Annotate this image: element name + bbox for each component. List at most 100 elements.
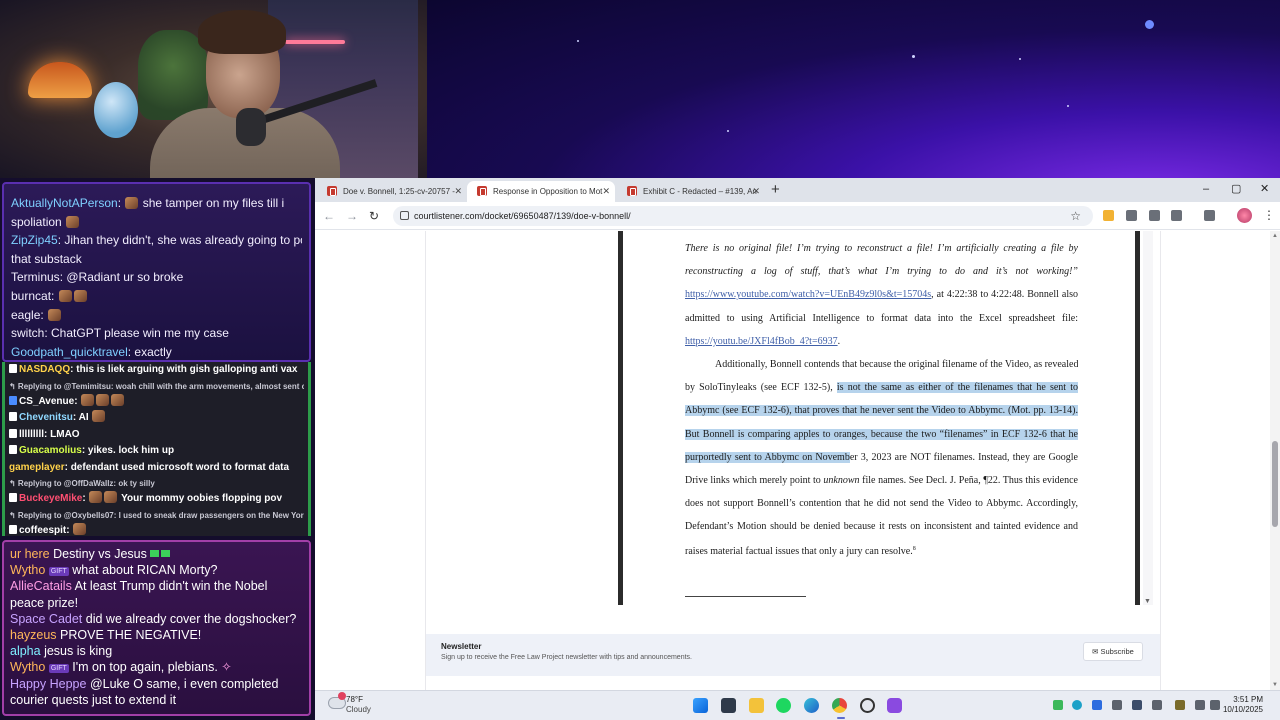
right-margin [1160,231,1270,690]
tab-exhibit-c[interactable]: Exhibit C - Redacted – #139, An ✕ [617,181,765,202]
left-margin [315,231,426,690]
reload-button[interactable]: ↻ [369,207,379,225]
chat-message: ur here Destiny vs Jesus [10,546,303,562]
scrollbar-thumb[interactable] [1272,441,1278,527]
chat-reply: ↰ Replying to @Temimitsu: woah chill wit… [9,381,304,391]
task-view-icon[interactable] [721,698,736,713]
tab-title: Doe v. Bonnell, 1:25-cv-20757 - [343,187,455,196]
chat-panel-top: AktuallyNotAPerson: she tamper on my fil… [2,182,311,362]
url-text[interactable]: courtlistener.com/docket/69650487/139/do… [414,206,631,226]
forward-button[interactable]: → [346,207,358,225]
close-icon[interactable]: ✕ [602,181,610,202]
chrome-icon[interactable] [832,698,847,713]
page-scrollbar[interactable]: ▲ ▼ [1270,231,1280,690]
webcam-figurine [94,82,138,138]
file-explorer-icon[interactable] [749,698,764,713]
chat-message: Wytho GIFT I'm on top again, plebians. ✧ [10,660,232,675]
text-selection: is not the same as either of the filenam… [836,382,1078,394]
tray-app-icon[interactable] [1152,700,1162,710]
scroll-down-icon[interactable]: ▼ [1272,682,1278,688]
start-icon[interactable] [693,698,708,713]
footnote-divider [685,596,806,597]
close-icon[interactable]: ✕ [752,181,760,202]
weather-temp[interactable]: 78°F [346,695,363,704]
weather-condition[interactable]: Cloudy [346,705,371,714]
puzzle-icon[interactable] [1171,210,1182,221]
side-panel-icon[interactable] [1204,210,1215,221]
spotify-icon[interactable] [776,698,791,713]
tab-title: Exhibit C - Redacted – #139, An [643,187,757,196]
tray-app-icon[interactable] [1053,700,1063,710]
minimize-button[interactable]: – [1203,181,1209,197]
obs-icon[interactable] [887,698,902,713]
tray-app-icon[interactable] [1072,700,1082,710]
tab-title: Response in Opposition to Mot [493,187,603,196]
folder-icon[interactable] [1103,210,1114,221]
active-app-indicator [837,717,845,719]
pdf-scrollbar[interactable]: ▼ [1143,231,1153,605]
pdf-viewer[interactable]: There is no original file! I’m trying to… [426,231,1160,634]
chat-message: Space Cadet did we already cover the dog… [10,611,297,626]
site-info-icon[interactable] [400,211,409,220]
pdf-line: purportedly sent to Abbymc on November 3… [685,451,1078,463]
edge-icon[interactable] [804,698,819,713]
pdf-text-block[interactable]: There is no original file! I’m trying to… [685,237,1078,562]
pdf-line: reconstructing a log of stuff, that’s wh… [685,266,1078,278]
chat-reply: ↰ Replying to @OffDaWallz: ok ty silly [9,479,155,488]
back-button[interactable]: ← [323,207,335,225]
extension-icon[interactable] [1149,210,1160,221]
text-selection: purportedly sent to Abbymc on Novemb [685,451,850,463]
clock-time[interactable]: 3:51 PM [1223,695,1263,704]
close-icon[interactable]: ✕ [454,181,462,202]
chat-message: eagle: [11,306,302,325]
chat-message: NASDAQQ: this is liek arguing with gish … [9,362,304,379]
webcam-feed [0,0,427,178]
chat-reply: ↰ Replying to @Oxybells07: I used to sne… [9,510,304,520]
address-bar[interactable]: courtlistener.com/docket/69650487/139/do… [393,206,1093,226]
pdf-icon [477,186,487,196]
trash-icon[interactable] [1126,210,1137,221]
pdf-line: https://youtu.be/JXFl4fBob_4?t=6937. [685,335,841,347]
new-tab-button[interactable]: + [771,181,780,199]
browser-toolbar: ← → ↻ courtlistener.com/docket/69650487/… [315,202,1280,230]
menu-icon[interactable]: ⋮ [1263,206,1275,224]
profile-avatar[interactable] [1237,208,1252,223]
pdf-line: does not support Bonnell’s contention th… [685,498,1078,510]
taskbar: 78°F Cloudy 3:51 PM 10/10/2025 [315,690,1280,720]
weather-icon[interactable] [328,692,346,709]
pdf-page: There is no original file! I’m trying to… [618,231,1140,605]
newsletter-banner: Newsletter Sign up to receive the Free L… [426,634,1160,676]
stream-chat: AktuallyNotAPerson: she tamper on my fil… [0,178,315,720]
subscribe-button[interactable]: Subscribe [1083,642,1143,661]
bookmark-star-icon[interactable]: ☆ [1070,207,1081,225]
scroll-up-icon[interactable]: ▲ [1272,233,1278,239]
tray-app-icon[interactable] [1092,700,1102,710]
tray-app-icon[interactable] [1112,700,1122,710]
tray-app-icon[interactable] [1175,700,1185,710]
tray-app-icon[interactable] [1132,700,1142,710]
maximize-button[interactable]: ▢ [1231,181,1241,197]
tab-doe-v-bonnell[interactable]: Doe v. Bonnell, 1:25-cv-20757 - ✕ [317,181,467,202]
pdf-line: Additionally, Bonnell contends that beca… [715,358,1078,370]
clock-date[interactable]: 10/10/2025 [1215,705,1263,714]
space-background [427,0,1280,178]
browser-window: Doe v. Bonnell, 1:25-cv-20757 - ✕ Respon… [315,178,1280,690]
network-icon[interactable] [1195,700,1205,710]
steam-icon[interactable] [860,698,875,713]
chat-message: alpha jesus is king [10,644,113,659]
webcam-neon-light [285,40,345,44]
pdf-line: But Bonnell is comparing apples to orang… [685,423,1078,446]
tab-bar: Doe v. Bonnell, 1:25-cv-20757 - ✕ Respon… [315,178,1280,202]
pdf-icon [327,186,337,196]
text-selection: But Bonnell is comparing apples to orang… [685,428,1078,440]
webcam-plant [138,30,208,120]
footnote-marker: 8 [912,546,916,553]
youtube-link[interactable]: https://youtu.be/JXFl4fBob_4?t=6937 [685,336,838,347]
chat-message: CS_Avenue: [9,393,304,411]
youtube-link[interactable]: https://www.youtube.com/watch?v=UEnB49z9… [685,289,931,300]
scroll-down-icon[interactable]: ▼ [1144,598,1151,605]
pdf-line: https://www.youtube.com/watch?v=UEnB49z9… [685,289,1078,301]
close-window-button[interactable]: ✕ [1260,181,1269,197]
tab-response-in-opposition[interactable]: Response in Opposition to Mot ✕ [467,181,615,202]
chat-message: Guacamolius: yikes. lock him up [9,443,304,460]
